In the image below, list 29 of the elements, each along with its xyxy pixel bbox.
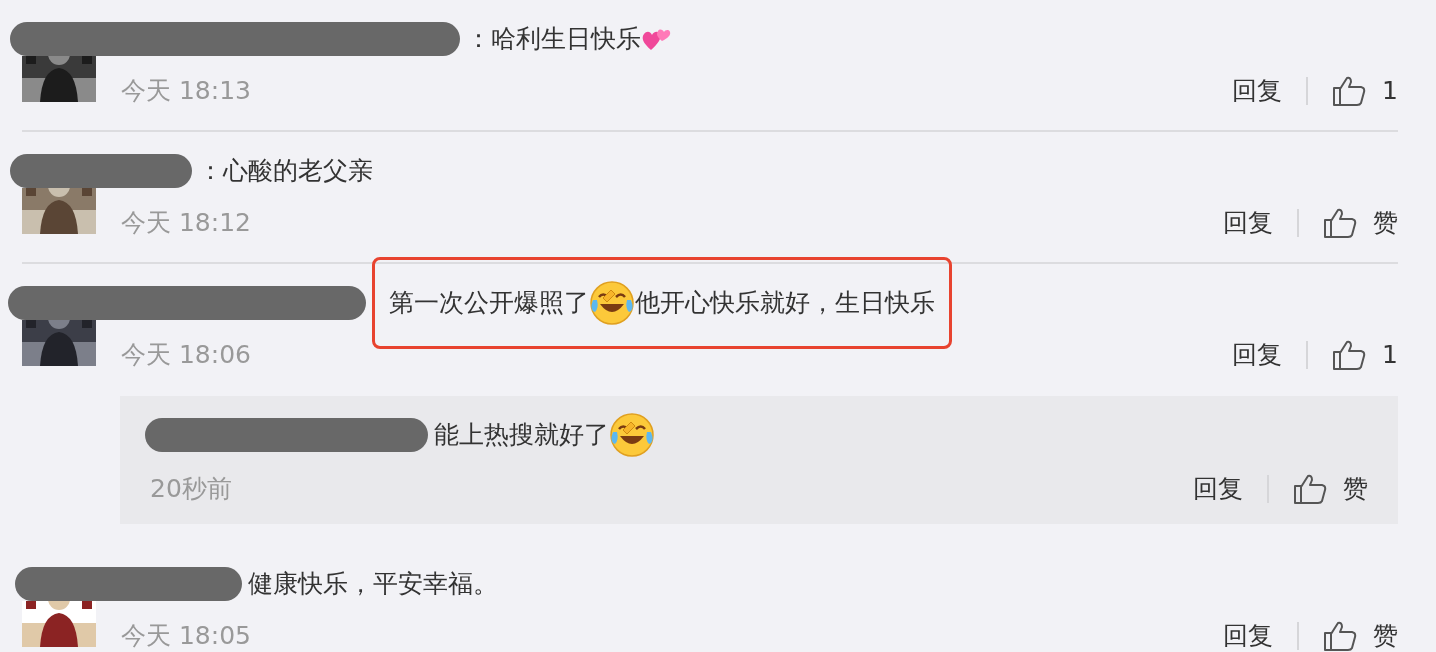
comment-text: 第一次公开爆照了 xyxy=(389,287,589,320)
like-count[interactable]: 赞 xyxy=(1373,204,1398,242)
reply-link[interactable]: 回复 xyxy=(1232,336,1283,374)
laughing-face-icon xyxy=(589,280,635,326)
comment-text: 健康快乐，平安幸福。 xyxy=(248,568,498,601)
comment-text: 他开心快乐就好，生日快乐 xyxy=(635,287,935,320)
timestamp: 20秒前 xyxy=(150,473,232,506)
thumbs-up-icon[interactable] xyxy=(1293,473,1327,505)
laughing-face-icon xyxy=(609,412,655,458)
like-count[interactable]: 1 xyxy=(1382,336,1398,374)
thumbs-up-icon[interactable] xyxy=(1332,75,1367,107)
comment-text: 能上热搜就好了 xyxy=(434,419,609,452)
timestamp: 今天 18:13 xyxy=(121,75,251,108)
reply-link[interactable]: 回复 xyxy=(1223,204,1273,242)
like-count[interactable]: 1 xyxy=(1382,72,1398,110)
comment-text: ：哈利生日快乐 xyxy=(466,23,641,56)
thumbs-up-icon[interactable] xyxy=(1332,339,1367,371)
like-count[interactable]: 赞 xyxy=(1343,470,1368,508)
hearts-icon xyxy=(641,26,671,52)
reply-link[interactable]: 回复 xyxy=(1232,72,1283,110)
comment-text: ：心酸的老父亲 xyxy=(198,155,373,188)
timestamp: 今天 18:06 xyxy=(121,339,251,372)
reply-link[interactable]: 回复 xyxy=(1223,617,1273,652)
timestamp: 今天 18:05 xyxy=(121,620,251,652)
reply-link[interactable]: 回复 xyxy=(1193,470,1243,508)
thumbs-up-icon[interactable] xyxy=(1323,207,1357,239)
like-count[interactable]: 赞 xyxy=(1373,617,1398,652)
timestamp: 今天 18:12 xyxy=(121,207,251,240)
thumbs-up-icon[interactable] xyxy=(1323,620,1357,652)
